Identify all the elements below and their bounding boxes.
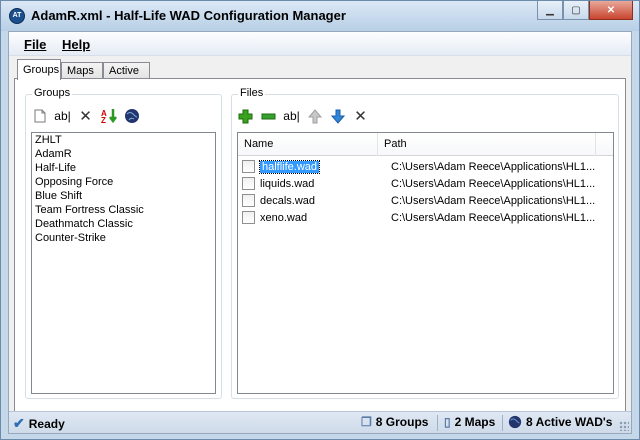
status-maps-text: 2 Maps (454, 415, 496, 429)
groups-groupbox: Groups ab| ✕ AZ ZHLT AdamR Half-Life Opp… (25, 87, 222, 399)
rename-file-button[interactable]: ab| (280, 106, 303, 126)
list-item[interactable]: Counter-Strike (32, 231, 215, 245)
column-header-name[interactable]: Name (238, 133, 378, 156)
files-label: Files (238, 87, 266, 99)
menu-help-label: Help (62, 37, 91, 52)
list-item[interactable]: Blue Shift (32, 189, 215, 203)
app-logo-icon: AT (9, 8, 25, 24)
files-listview[interactable]: Name Path halflife.wad C:\Users\Adam Ree… (237, 132, 614, 394)
groups-toolbar: ab| ✕ AZ (28, 104, 143, 128)
document-icon: ▯ (444, 415, 451, 429)
file-name-selected: halflife.wad (258, 159, 321, 174)
documents-icon: ❐ (361, 415, 372, 429)
row-checkbox[interactable] (242, 177, 255, 190)
sort-icon: AZ (101, 109, 117, 124)
list-item[interactable]: Team Fortress Classic (32, 203, 215, 217)
list-item[interactable]: ZHLT (32, 133, 215, 147)
svg-text:Z: Z (101, 116, 106, 124)
globe-icon (124, 109, 139, 123)
rename-icon: ab| (54, 109, 71, 123)
groups-label: Groups (32, 87, 73, 99)
status-maps: ▯ 2 Maps (444, 415, 495, 429)
globe-button[interactable] (120, 106, 143, 126)
groups-tab-page: Groups ab| ✕ AZ ZHLT AdamR Half-Life Opp… (14, 78, 626, 413)
file-name-cell: liquids.wad (260, 177, 315, 190)
menu-file-label: File (24, 37, 47, 52)
minimize-icon: ▁ (546, 4, 554, 16)
menu-help[interactable]: Help (62, 37, 90, 52)
row-checkbox[interactable] (242, 160, 255, 173)
delete-icon: ✕ (79, 108, 92, 125)
files-toolbar: ab| ✕ (234, 104, 372, 128)
status-groups: ❐ 8 Groups (361, 415, 428, 429)
menu-bar: File Help (9, 32, 631, 56)
tab-maps[interactable]: Maps (61, 62, 103, 79)
status-separator (437, 415, 438, 431)
move-up-button[interactable] (303, 106, 326, 126)
app-window: AT AdamR.xml - Half-Life WAD Configurati… (0, 0, 640, 440)
move-up-icon (307, 108, 322, 123)
table-row[interactable]: xeno.wad C:\Users\Adam Reece\Application… (238, 209, 613, 226)
row-checkbox[interactable] (242, 194, 255, 207)
table-row[interactable]: decals.wad C:\Users\Adam Reece\Applicati… (238, 192, 613, 209)
window-title: AdamR.xml - Half-Life WAD Configuration … (31, 8, 346, 23)
status-ready-text: Ready (28, 416, 65, 431)
status-active-text: 8 Active WAD's (526, 415, 613, 429)
checkmark-icon: ✔ (13, 415, 25, 431)
row-checkbox[interactable] (242, 211, 255, 224)
delete-icon: ✕ (354, 108, 367, 125)
delete-group-button[interactable]: ✕ (74, 106, 97, 126)
status-bar: ✔ Ready ❐ 8 Groups ▯ 2 Maps 8 Active WAD… (9, 411, 631, 433)
minimize-button[interactable]: ▁ (537, 1, 563, 20)
rename-icon: ab| (283, 109, 300, 123)
delete-file-button[interactable]: ✕ (349, 106, 372, 126)
status-groups-text: 8 Groups (375, 415, 429, 429)
rename-group-button[interactable]: ab| (51, 106, 74, 126)
menu-file[interactable]: File (24, 37, 46, 52)
remove-icon (261, 113, 276, 119)
close-button[interactable]: ✕ (589, 1, 633, 20)
table-row[interactable]: liquids.wad C:\Users\Adam Reece\Applicat… (238, 175, 613, 192)
title-bar[interactable]: AT AdamR.xml - Half-Life WAD Configurati… (1, 1, 639, 31)
files-groupbox: Files ab| ✕ Name Path halflife.wad C:\Us… (231, 87, 619, 399)
file-name-cell: xeno.wad (260, 211, 308, 224)
table-row[interactable]: halflife.wad C:\Users\Adam Reece\Applica… (238, 158, 613, 175)
move-down-icon (330, 109, 345, 124)
list-item[interactable]: AdamR (32, 147, 215, 161)
groups-list[interactable]: ZHLT AdamR Half-Life Opposing Force Blue… (31, 132, 216, 394)
maximize-button[interactable]: ▢ (563, 1, 589, 20)
file-path-cell: C:\Users\Adam Reece\Applications\HL1... (391, 194, 596, 207)
file-name-cell: halflife.wad (258, 159, 384, 174)
status-active: 8 Active WAD's (508, 415, 612, 429)
globe-icon (508, 415, 522, 429)
status-ready: ✔ Ready (13, 415, 65, 432)
files-list-header: Name Path (238, 133, 613, 156)
list-item[interactable]: Deathmatch Classic (32, 217, 215, 231)
close-icon: ✕ (606, 4, 616, 16)
file-path-cell: C:\Users\Adam Reece\Applications\HL1... (391, 160, 596, 173)
status-separator (502, 415, 503, 431)
resize-grip-icon[interactable] (619, 421, 629, 431)
new-group-button[interactable] (28, 106, 51, 126)
list-item[interactable]: Opposing Force (32, 175, 215, 189)
window-controls: ▁ ▢ ✕ (537, 1, 633, 21)
add-file-button[interactable] (234, 106, 257, 126)
column-header-path[interactable]: Path (378, 133, 596, 156)
file-path-cell: C:\Users\Adam Reece\Applications\HL1... (391, 211, 596, 224)
maximize-icon: ▢ (571, 4, 581, 16)
file-name-cell: decals.wad (260, 194, 316, 207)
remove-file-button[interactable] (257, 106, 280, 126)
client-area: File Help Groups Maps Active Groups ab| (8, 31, 632, 434)
tab-groups[interactable]: Groups (17, 59, 61, 80)
add-icon (238, 109, 253, 123)
new-document-icon (34, 109, 45, 123)
tab-active[interactable]: Active (103, 62, 150, 79)
sort-groups-button[interactable]: AZ (97, 106, 120, 126)
list-item[interactable]: Half-Life (32, 161, 215, 175)
move-down-button[interactable] (326, 106, 349, 126)
file-path-cell: C:\Users\Adam Reece\Applications\HL1... (391, 177, 596, 190)
